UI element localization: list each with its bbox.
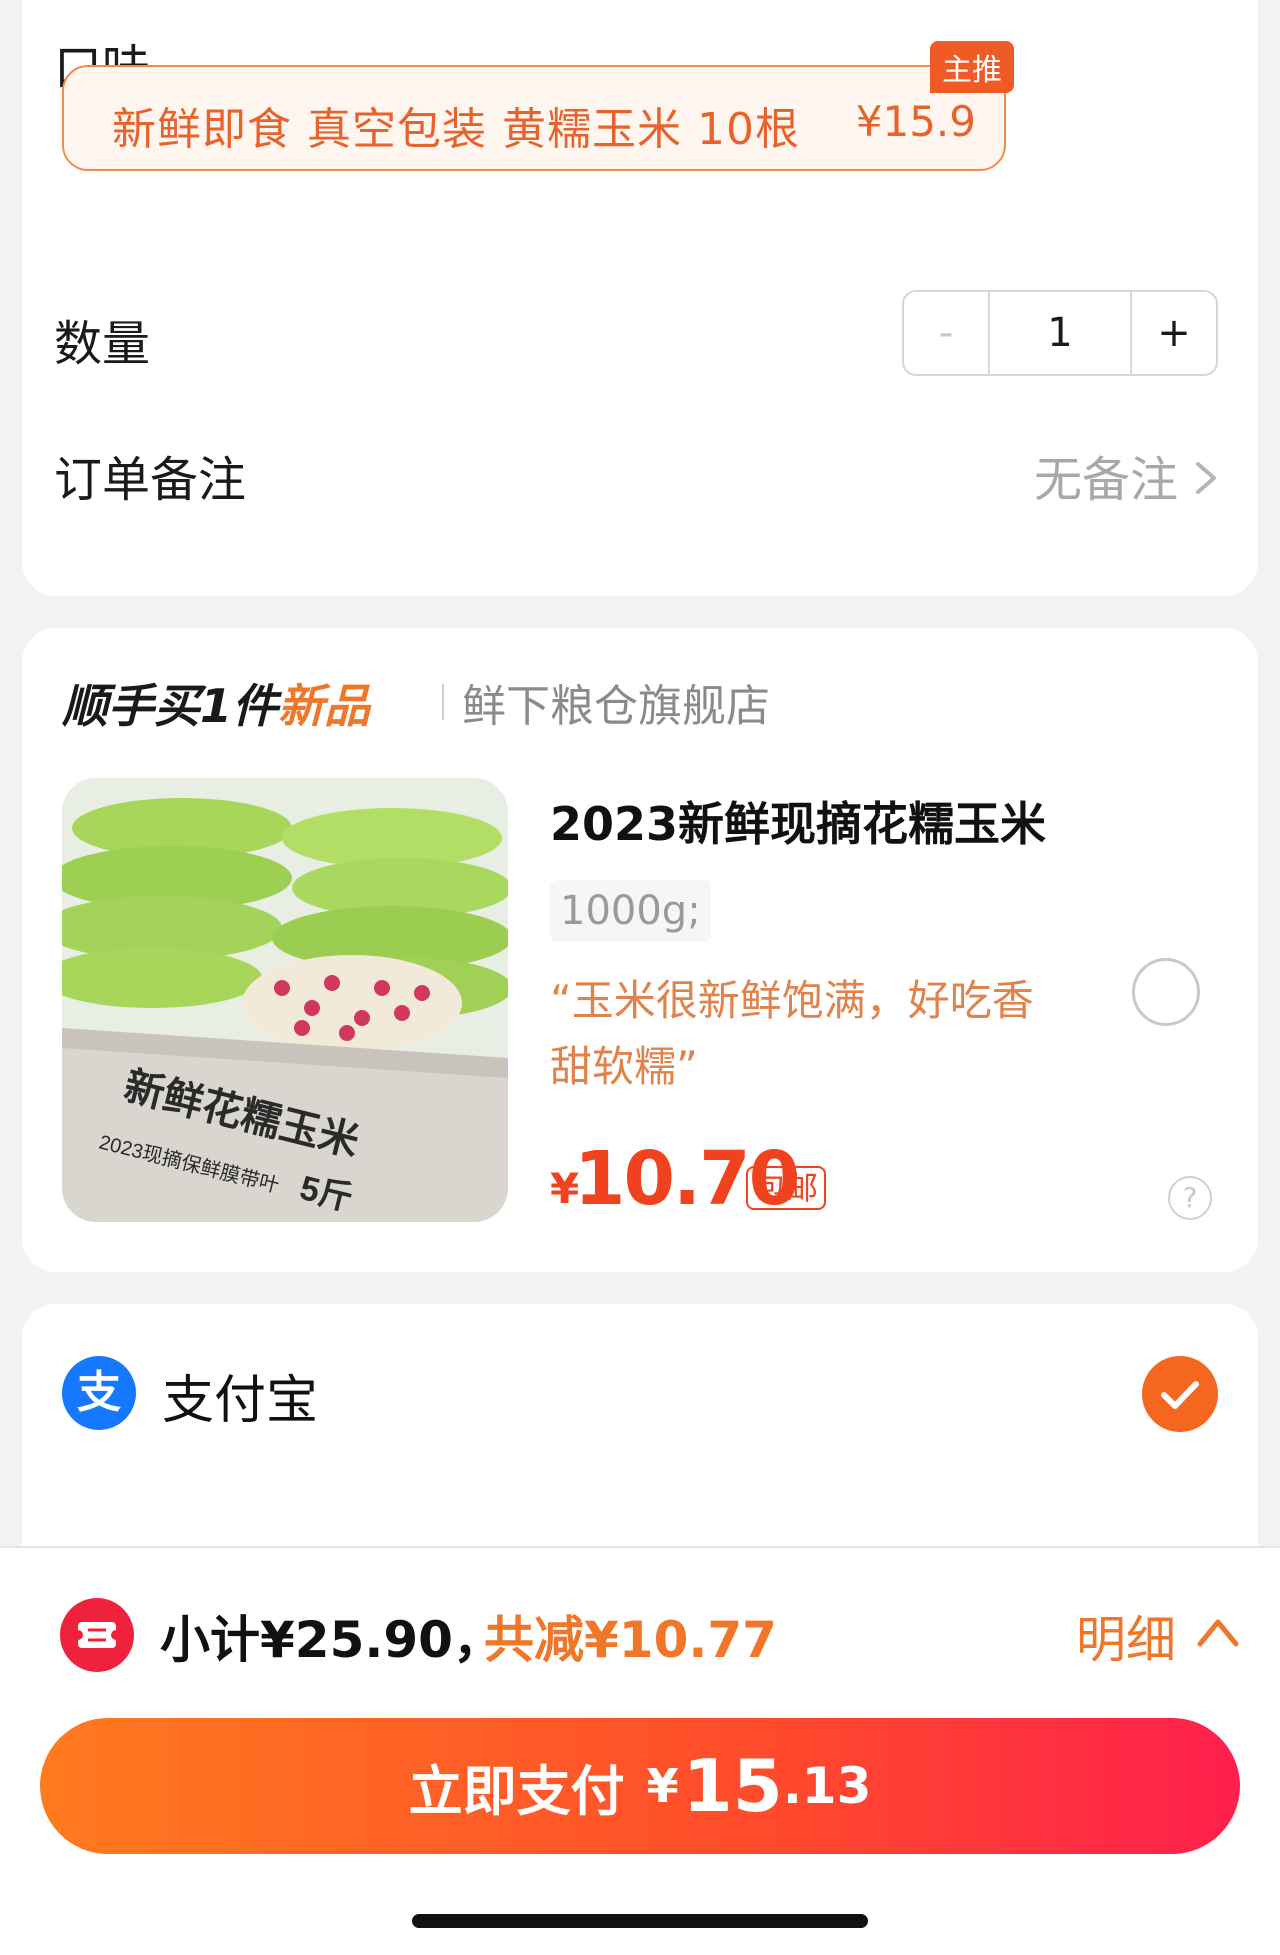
addon-title: 顺手买1件新品 (62, 670, 370, 736)
quantity-stepper: - 1 + (902, 290, 1218, 376)
pay-amount-integer: 15 (682, 1744, 783, 1828)
checkmark-icon[interactable] (1142, 1356, 1218, 1432)
addon-title-highlight: 新品 (278, 679, 371, 733)
order-remark-label: 订单备注 (54, 452, 247, 508)
help-icon[interactable]: ? (1168, 1176, 1212, 1220)
pay-button-label: 立即支付 (408, 1759, 625, 1823)
subtotal-text: 小计¥25.90， (160, 1611, 503, 1669)
free-shipping-tag: 包邮 (746, 1166, 827, 1210)
alipay-icon: 支 (62, 1356, 136, 1430)
price-detail-link[interactable]: 明细 (1076, 1600, 1176, 1672)
addon-title-prefix: 顺手买1件 (62, 679, 279, 733)
product-title[interactable]: 2023新鲜现摘花糯玉米 (550, 788, 1046, 854)
store-name[interactable]: 鲜下粮仓旗舰店 (462, 670, 770, 734)
quantity-decrease-button[interactable]: - (904, 292, 988, 374)
product-image[interactable]: 新鲜花糯玉米 2023现摘保鲜膜带叶 5斤 (62, 778, 508, 1222)
order-remark-value[interactable]: 无备注 (1034, 440, 1178, 510)
payment-method-label[interactable]: 支付宝 (162, 1358, 318, 1433)
checkout-bar: 小计¥25.90， 共减¥10.77 明细 立即支付 ¥ 15 .13 (0, 1546, 1280, 1955)
quantity-increase-button[interactable]: + (1132, 292, 1216, 374)
product-review-quote: “玉米很新鲜饱满，好吃香甜软糯” (550, 976, 1034, 1091)
pay-now-button[interactable]: 立即支付 ¥ 15 .13 (40, 1718, 1240, 1854)
quantity-value[interactable]: 1 (988, 292, 1132, 374)
flavor-option-price: ¥15.9 (855, 97, 976, 146)
order-options-card: 口味 新鲜即食 真空包装 黄糯玉米 10根 ¥15.9 主推 数量 - 1 + … (22, 0, 1258, 596)
coupon-icon (60, 1598, 134, 1672)
discount-text: 共减¥10.77 (484, 1611, 777, 1669)
addon-card: 顺手买1件新品 鲜下粮仓旗舰店 新鲜花糯玉米 2023现摘保鲜膜带叶 5斤 20… (22, 628, 1258, 1272)
chevron-right-icon[interactable] (1188, 460, 1224, 496)
quantity-label: 数量 (54, 316, 151, 372)
title-divider (442, 684, 444, 720)
pay-amount-decimal: .13 (782, 1757, 872, 1815)
product-spec[interactable]: 1000g; (550, 880, 711, 942)
addon-select-checkbox[interactable] (1132, 958, 1200, 1026)
flavor-option-chip[interactable]: 新鲜即食 真空包装 黄糯玉米 10根 ¥15.9 主推 (62, 41, 1014, 171)
chevron-up-icon[interactable] (1196, 1614, 1240, 1650)
flavor-option-name: 新鲜即食 真空包装 黄糯玉米 10根 (112, 104, 800, 155)
pay-amount-symbol: ¥ (646, 1759, 679, 1813)
home-indicator (412, 1914, 868, 1928)
recommended-badge: 主推 (930, 41, 1014, 93)
